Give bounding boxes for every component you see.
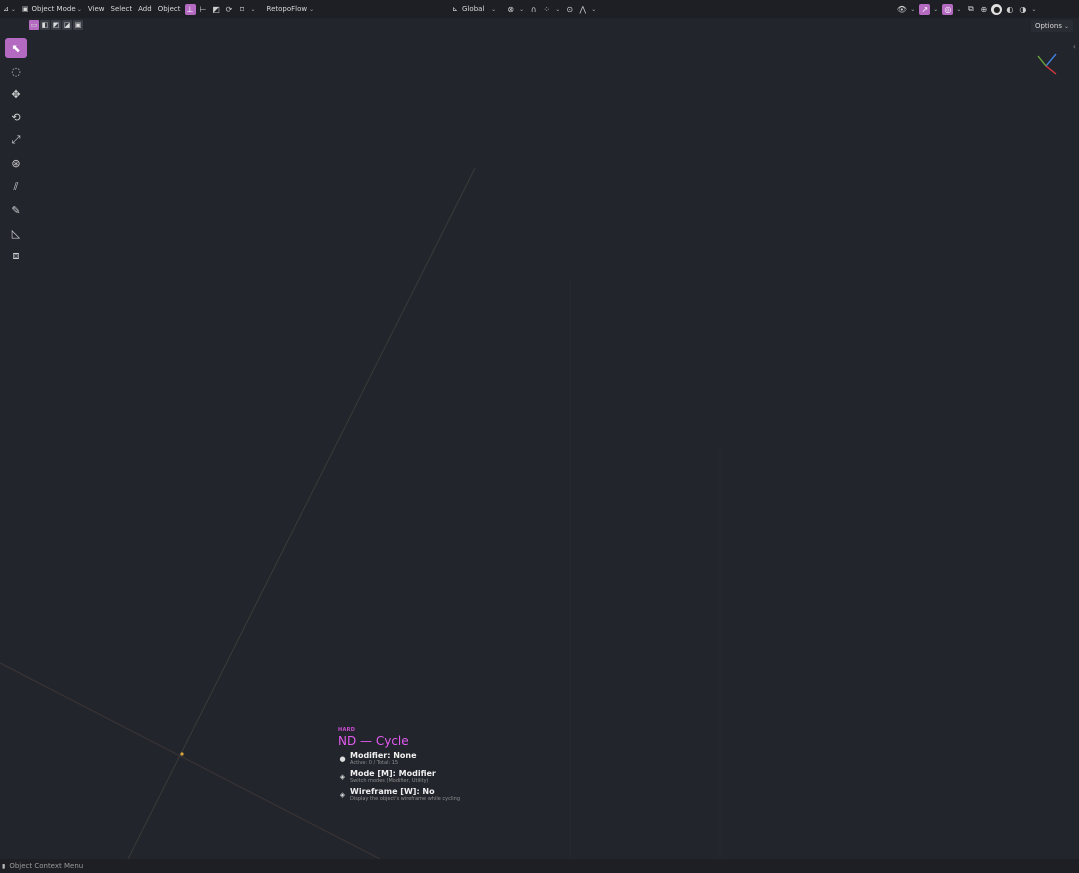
menu-select[interactable]: Select (108, 2, 136, 16)
scale-tool-icon[interactable]: ⤢ (5, 130, 27, 150)
chevron-down-icon: ⌄ (10, 5, 16, 13)
add-cube-tool-icon[interactable]: ⧈ (5, 246, 27, 266)
orientation-icon: ⊾ (452, 5, 459, 13)
editor-type-icon: ⊿ (3, 5, 9, 13)
chevron-down-icon: ⌄ (491, 5, 497, 13)
transform-tool-icon[interactable]: ⊛ (5, 153, 27, 173)
retopoflow-menu[interactable]: RetopoFlow ⌄ (264, 2, 318, 16)
annotate-line-tool-icon[interactable]: ✎ (5, 200, 27, 220)
menu-object[interactable]: Object (155, 2, 184, 16)
overlay-item-label: Modifier: None (350, 751, 417, 760)
menu-add[interactable]: Add (135, 2, 155, 16)
status-bar: ▮ Object Context Menu (0, 859, 1079, 873)
proportional-edit-icon[interactable]: ⊙ (564, 4, 575, 15)
overlay-item-sub: Active: 0 / Total: 15 (350, 760, 399, 766)
diamond-icon: ◈ (339, 772, 346, 781)
chevron-down-icon: ⌄ (1031, 5, 1037, 13)
loop-tool-icon[interactable]: ⟳ (224, 4, 235, 15)
navigation-gizmo[interactable] (1030, 48, 1062, 80)
overlay-item-label: Wireframe [W]: No (350, 787, 435, 796)
transform-orientation-dropdown[interactable]: ⊾ Global ⌄ (449, 2, 499, 16)
sidebar-toggle-icon[interactable]: ‹ (1073, 42, 1076, 51)
solid-shading-icon[interactable]: ● (991, 3, 1003, 15)
pivot-point-icon[interactable]: ⊗ (505, 4, 516, 15)
menu-view[interactable]: View (85, 2, 108, 16)
axis-tool-icon[interactable]: ⊢ (198, 4, 209, 15)
select-box-tool-icon[interactable]: ⬉ (5, 38, 27, 58)
nd-cycle-overlay: HARD ND — Cycle ● Modifier: None Active:… (338, 727, 538, 802)
chevron-down-icon: ⌄ (555, 5, 561, 13)
editor-type-dropdown[interactable]: ⊿ ⌄ (0, 2, 19, 16)
chevron-down-icon: ⌄ (519, 5, 525, 13)
chevron-down-icon: ⌄ (956, 5, 962, 13)
overlay-app-tag: HARD (338, 727, 356, 733)
retopoflow-label: RetopoFlow (266, 5, 308, 13)
chevron-down-icon: ⌄ (250, 5, 256, 13)
visibility-icon[interactable]: 👁 (896, 4, 907, 15)
overlay-item-sub: Switch modes (Modifier, Utility) (350, 778, 429, 784)
rendered-shading-icon[interactable]: ◑ (1017, 4, 1028, 15)
xray-toggle-icon[interactable]: ⧉ (965, 4, 976, 15)
overlay-title: ND — Cycle (338, 734, 409, 748)
mouse-icon: ▮ (2, 862, 6, 870)
paint-tool-icon[interactable]: ◩ (211, 4, 222, 15)
status-text: Object Context Menu (9, 862, 84, 870)
object-mode-icon: ▣ (21, 5, 29, 13)
snap-magnet-icon[interactable]: ∩ (528, 4, 539, 15)
snap-increment-icon[interactable]: ⁘ (541, 4, 552, 15)
wireframe-shading-icon[interactable]: ⊕ (978, 4, 989, 15)
orientation-label: Global (462, 5, 485, 13)
move-tool-icon[interactable]: ✥ (5, 84, 27, 104)
cursor-tool-icon[interactable]: ◌ (5, 61, 27, 81)
chevron-down-icon: ⌄ (591, 5, 597, 13)
chevron-down-icon: ⌄ (933, 5, 939, 13)
mode-label: Object Mode (31, 5, 76, 13)
chevron-down-icon: ⌄ (76, 5, 82, 13)
falloff-icon[interactable]: ⋀ (577, 4, 588, 15)
origin-point (180, 752, 184, 756)
diamond-icon: ◈ (339, 790, 346, 799)
chevron-down-icon: ⌄ (910, 5, 916, 13)
annotate-tool-icon[interactable]: ⫽ (5, 177, 27, 197)
overlay-toggle-icon[interactable]: ◎ (942, 3, 954, 15)
filled-dot-icon: ● (339, 754, 346, 763)
rotate-tool-icon[interactable]: ⟲ (5, 107, 27, 127)
tool-shelf: ⬉ ◌ ✥ ⟲ ⤢ ⊛ ⫽ ✎ ◺ ⧈ (5, 38, 29, 269)
overlay-item-sub: Display the object's wireframe while cyc… (350, 796, 460, 802)
boundary-tool-icon[interactable]: ⌑ (237, 4, 248, 15)
mode-dropdown[interactable]: ▣ Object Mode ⌄ (19, 2, 85, 16)
overlay-item: ● Modifier: None Active: 0 / Total: 15 (338, 751, 538, 766)
overlay-item: ◈ Mode [M]: Modifier Switch modes (Modif… (338, 769, 538, 784)
snap-tool-icon[interactable]: ⊥ (184, 3, 196, 15)
overlay-item-label: Mode [M]: Modifier (350, 769, 436, 778)
chevron-down-icon: ⌄ (309, 5, 315, 13)
viewport-header: ⊿ ⌄ ▣ Object Mode ⌄ View Select Add Objec… (0, 0, 1079, 18)
viewport-canvas[interactable] (0, 18, 1079, 859)
measure-tool-icon[interactable]: ◺ (5, 223, 27, 243)
gizmo-toggle-icon[interactable]: ↗ (919, 3, 931, 15)
material-shading-icon[interactable]: ◐ (1004, 4, 1015, 15)
overlay-item: ◈ Wireframe [W]: No Display the object's… (338, 787, 538, 802)
x-axis-line (0, 662, 381, 859)
